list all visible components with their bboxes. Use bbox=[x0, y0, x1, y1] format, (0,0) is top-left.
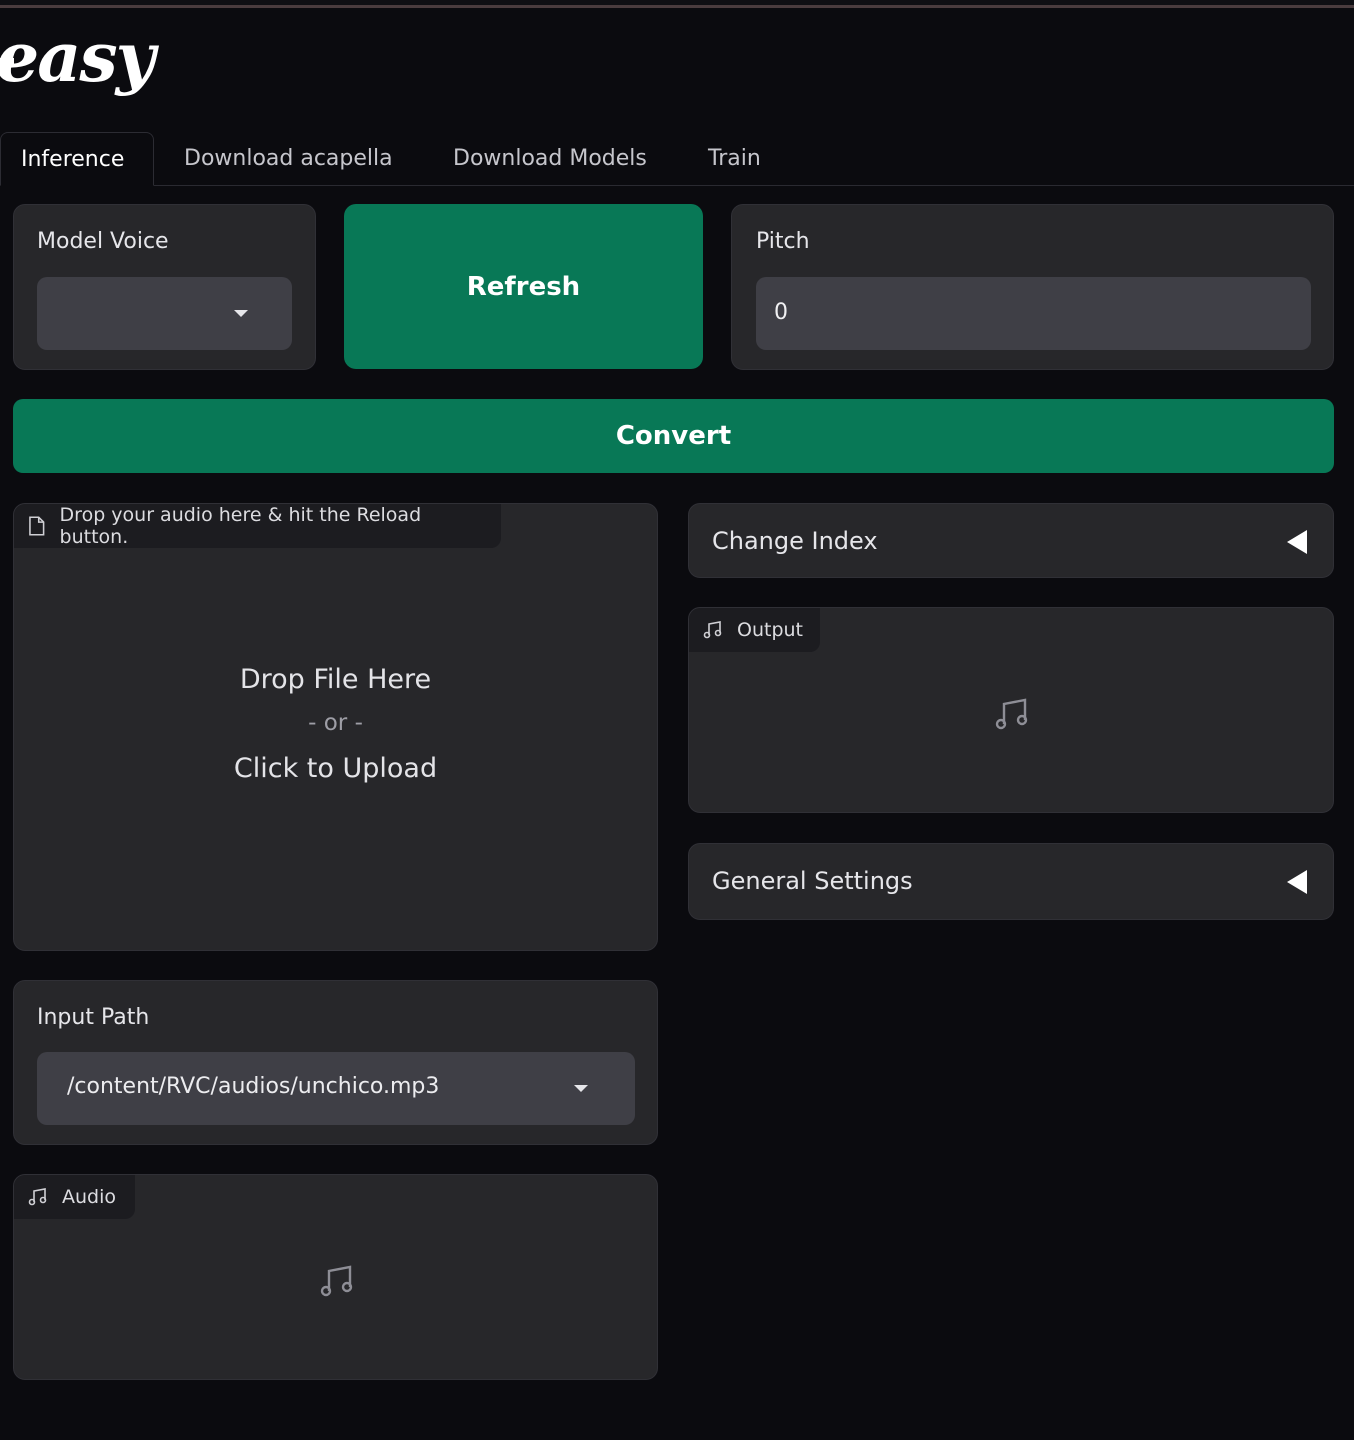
music-note-icon bbox=[703, 621, 722, 639]
audio-upload-dropzone[interactable]: Drop your audio here & hit the Reload bu… bbox=[13, 503, 658, 951]
upload-chip: Drop your audio here & hit the Reload bu… bbox=[14, 504, 501, 548]
tab-label: Download Models bbox=[453, 146, 647, 171]
logo-text: easy bbox=[0, 18, 155, 98]
pitch-label: Pitch bbox=[756, 229, 810, 254]
tab-label: Train bbox=[708, 146, 761, 171]
general-settings-accordion[interactable]: General Settings bbox=[688, 843, 1334, 920]
audio-player-panel: Audio bbox=[13, 1174, 658, 1380]
music-note-icon bbox=[320, 1265, 353, 1297]
convert-label: Convert bbox=[615, 421, 732, 451]
refresh-label: Refresh bbox=[466, 271, 581, 302]
convert-button[interactable]: Convert bbox=[13, 399, 1334, 473]
tab-download-acapella[interactable]: Download acapella bbox=[164, 132, 413, 186]
tab-label: Download acapella bbox=[184, 146, 393, 171]
change-index-accordion[interactable]: Change Index bbox=[688, 503, 1334, 578]
output-chip: Output bbox=[689, 608, 820, 652]
file-icon bbox=[29, 516, 45, 536]
output-chip-label: Output bbox=[737, 619, 803, 641]
or-text: - or - bbox=[308, 710, 363, 736]
click-to-upload-text: Click to Upload bbox=[233, 753, 438, 784]
tab-train[interactable]: Train bbox=[688, 132, 781, 186]
pitch-panel: Pitch 0 bbox=[731, 204, 1334, 370]
output-player-panel: Output bbox=[688, 607, 1334, 813]
pitch-value: 0 bbox=[774, 300, 788, 325]
input-path-label: Input Path bbox=[37, 1005, 150, 1030]
general-settings-label: General Settings bbox=[712, 867, 913, 895]
caret-down-icon bbox=[574, 1085, 588, 1092]
input-path-value: /content/RVC/audios/unchico.mp3 bbox=[67, 1074, 440, 1099]
caret-down-icon bbox=[234, 310, 248, 317]
audio-chip-label: Audio bbox=[62, 1186, 117, 1208]
tab-inference[interactable]: Inference bbox=[0, 132, 154, 186]
model-voice-dropdown[interactable] bbox=[37, 277, 292, 350]
tab-download-models[interactable]: Download Models bbox=[433, 132, 667, 186]
top-border bbox=[0, 0, 1354, 8]
audio-chip: Audio bbox=[14, 1175, 135, 1219]
model-voice-label: Model Voice bbox=[37, 229, 169, 254]
music-note-icon bbox=[28, 1188, 47, 1206]
tab-label: Inference bbox=[21, 147, 125, 172]
change-index-label: Change Index bbox=[712, 527, 878, 555]
upload-chip-label: Drop your audio here & hit the Reload bu… bbox=[59, 504, 422, 548]
model-voice-panel: Model Voice bbox=[13, 204, 316, 370]
triangle-left-icon bbox=[1287, 870, 1307, 894]
refresh-button[interactable]: Refresh bbox=[344, 204, 703, 369]
drop-file-text: Drop File Here bbox=[239, 664, 432, 695]
pitch-input[interactable]: 0 bbox=[756, 277, 1311, 350]
tab-bar: Inference Download acapella Download Mod… bbox=[0, 132, 1354, 186]
triangle-left-icon bbox=[1287, 530, 1307, 554]
input-path-panel: Input Path /content/RVC/audios/unchico.m… bbox=[13, 980, 658, 1145]
music-note-icon bbox=[995, 698, 1028, 730]
input-path-dropdown[interactable]: /content/RVC/audios/unchico.mp3 bbox=[37, 1052, 635, 1125]
